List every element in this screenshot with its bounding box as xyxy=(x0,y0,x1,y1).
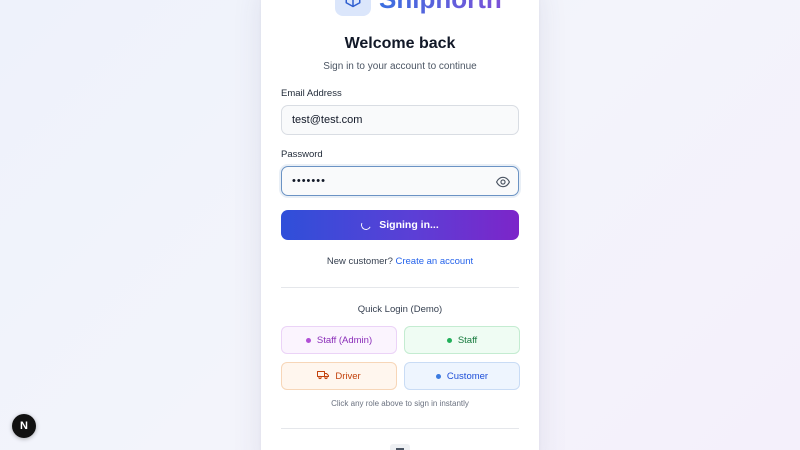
password-value: ••••••• xyxy=(292,175,326,187)
dev-badge-label: N xyxy=(20,420,28,432)
register-prompt: New customer? Create an account xyxy=(261,256,539,267)
quick-login-customer-button[interactable]: Customer xyxy=(404,362,520,390)
role-label: Staff (Admin) xyxy=(316,334,373,346)
quick-login-staff-admin-button[interactable]: Staff (Admin) xyxy=(281,326,397,354)
password-field[interactable]: ••••••• xyxy=(281,166,519,196)
brand-name: Shipnorth xyxy=(379,0,502,16)
dot-icon xyxy=(446,337,452,343)
role-label: Driver xyxy=(335,370,361,382)
sign-in-button[interactable]: Signing in... xyxy=(281,210,519,240)
password-label: Password xyxy=(281,149,323,160)
brand-header: Shipnorth xyxy=(335,0,502,16)
quick-login-title: Quick Login (Demo) xyxy=(357,304,443,315)
truck-icon xyxy=(317,370,330,383)
dev-tools-badge[interactable]: N xyxy=(12,414,36,438)
dot-icon xyxy=(435,373,441,379)
box-icon xyxy=(335,0,371,16)
role-label: Customer xyxy=(446,370,489,382)
email-field[interactable]: test@test.com xyxy=(281,105,519,135)
role-label: Staff xyxy=(457,334,478,346)
eye-icon[interactable] xyxy=(495,176,511,188)
page-title: Welcome back xyxy=(344,35,456,52)
dot-icon xyxy=(305,337,311,343)
quick-login-staff-button[interactable]: Staff xyxy=(404,326,520,354)
register-text: New customer? xyxy=(326,256,393,267)
email-label: Email Address xyxy=(281,88,342,99)
create-account-link[interactable]: Create an account xyxy=(396,256,474,267)
quick-login-hint: Click any role above to sign in instantl… xyxy=(331,399,469,408)
sign-in-label: Signing in... xyxy=(379,219,439,231)
quick-login-driver-button[interactable]: Driver xyxy=(281,362,397,390)
divider xyxy=(281,287,519,288)
page-subtitle: Sign in to your account to continue xyxy=(323,61,477,72)
email-value: test@test.com xyxy=(292,114,363,126)
divider xyxy=(281,428,519,429)
spinner-icon xyxy=(359,218,373,232)
footer-icon xyxy=(390,444,410,450)
